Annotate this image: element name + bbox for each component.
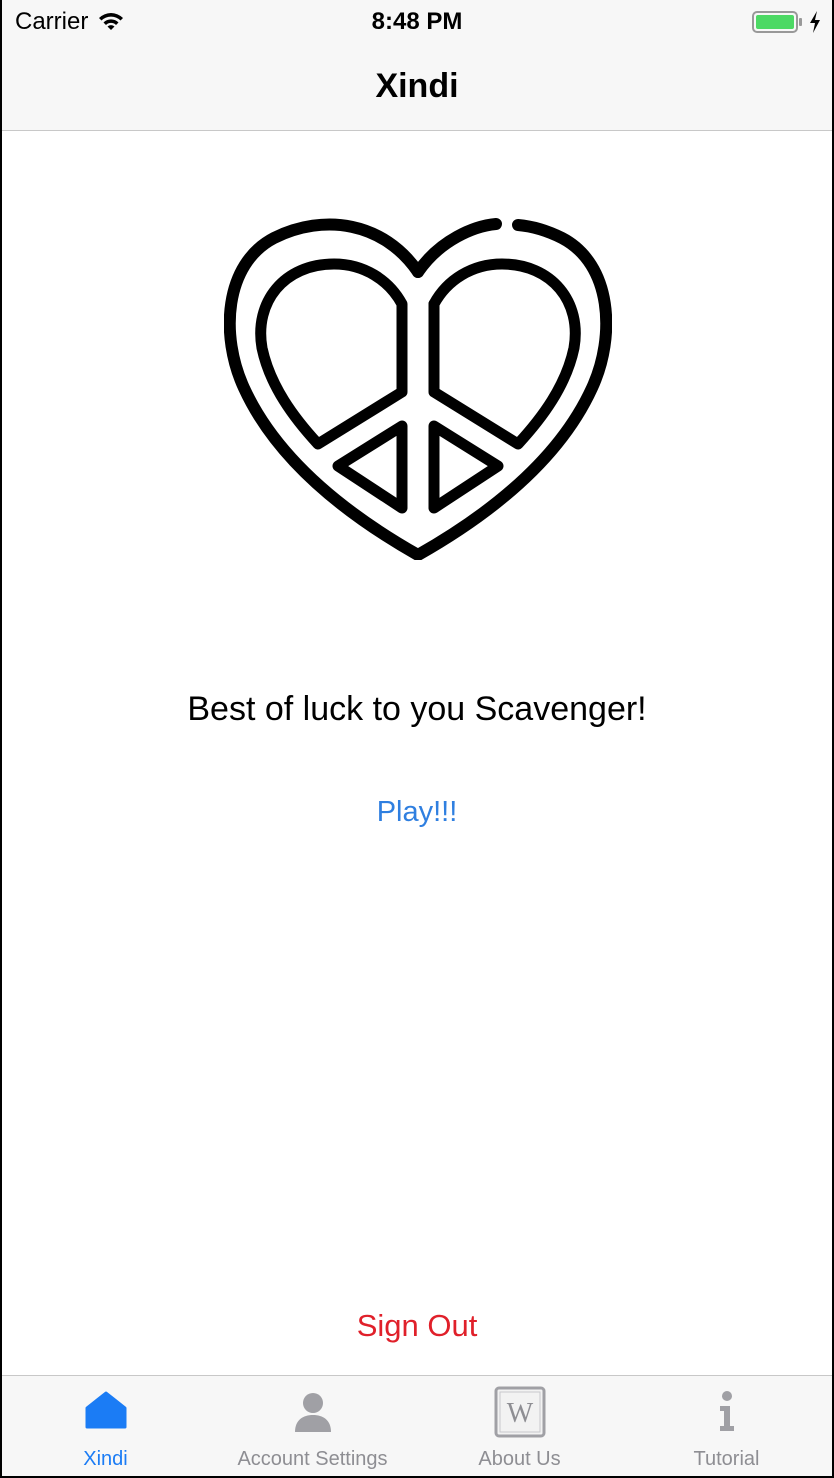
status-bar: Carrier 8:48 PM xyxy=(2,0,832,44)
battery-icon xyxy=(752,11,802,33)
tab-label-about-us: About Us xyxy=(478,1448,561,1470)
page-title: Xindi xyxy=(375,67,459,105)
tab-xindi[interactable]: Xindi xyxy=(2,1376,209,1476)
tab-label-tutorial: Tutorial xyxy=(693,1448,760,1470)
tab-account-settings[interactable]: Account Settings xyxy=(209,1376,416,1476)
play-button[interactable]: Play!!! xyxy=(317,790,517,834)
tab-label-account-settings: Account Settings xyxy=(237,1448,388,1470)
person-icon xyxy=(294,1393,331,1432)
heart-peace-icon xyxy=(224,218,612,560)
tab-tutorial[interactable]: Tutorial xyxy=(623,1376,830,1476)
wikipedia-icon: W xyxy=(494,1386,545,1438)
home-icon xyxy=(85,1391,126,1429)
tab-about-us[interactable]: W About Us xyxy=(416,1376,623,1476)
greeting-text: Best of luck to you Scavenger! xyxy=(187,690,647,728)
app-screen: Carrier 8:48 PM Xindi Best of luck to yo… xyxy=(2,0,832,1476)
sign-out-button[interactable]: Sign Out xyxy=(302,1304,532,1348)
svg-text:W: W xyxy=(506,1398,533,1429)
tab-label-xindi: Xindi xyxy=(83,1448,128,1470)
battery-group xyxy=(752,10,822,34)
navigation-bar: Xindi xyxy=(2,44,832,131)
tab-bar: Xindi Account Settings W About Us Tutori… xyxy=(2,1375,832,1476)
status-time: 8:48 PM xyxy=(371,8,463,35)
charging-bolt-icon xyxy=(810,11,820,33)
info-icon xyxy=(719,1391,734,1431)
